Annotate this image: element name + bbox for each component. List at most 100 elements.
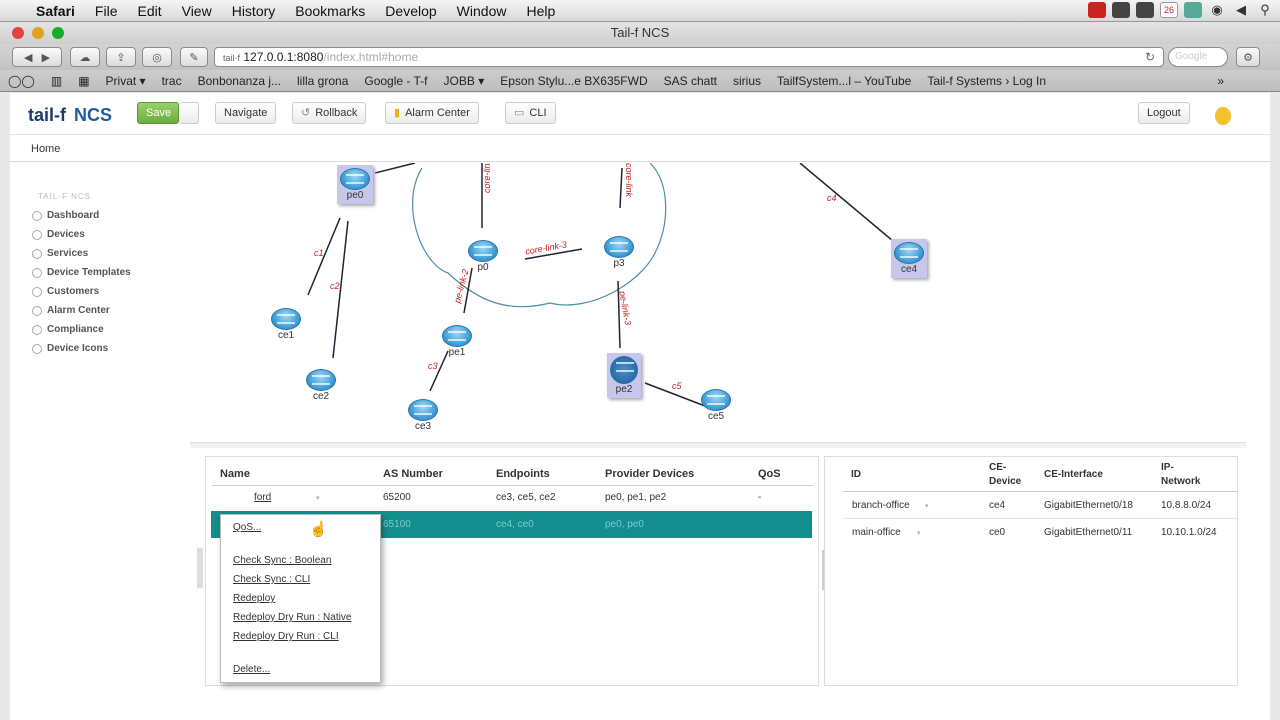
col-endpoints-header[interactable]: Endpoints	[496, 468, 550, 480]
spotlight-icon[interactable]: ⚲	[1256, 2, 1274, 18]
menu-item-redeploy-dry-run-native[interactable]: Redeploy Dry Run : Native	[233, 612, 351, 623]
menu-app-safari[interactable]: Safari	[26, 3, 85, 19]
col-ce-interface-header[interactable]: CE-Interface	[1044, 469, 1103, 480]
bookmark-item[interactable]: Tail-f Systems › Log In	[919, 74, 1054, 88]
logout-button[interactable]: Logout	[1138, 102, 1190, 124]
col-as-header[interactable]: AS Number	[383, 468, 443, 480]
menu-item-check-sync-cli[interactable]: Check Sync : CLI	[233, 574, 310, 585]
more-bookmarks-icon[interactable]: »	[1209, 74, 1232, 88]
bookmark-item[interactable]: SAS chatt	[656, 74, 725, 88]
col-qos-header[interactable]: QoS	[758, 468, 781, 480]
bookmark-item[interactable]: trac	[154, 74, 190, 88]
navigate-button[interactable]: Navigate	[215, 102, 277, 124]
alarm-center-button[interactable]: ▮ Alarm Center	[385, 102, 479, 124]
close-window-icon[interactable]	[12, 27, 24, 39]
bookmarks-book-icon[interactable]: ▥	[43, 74, 70, 88]
node-pe2[interactable]: pe2	[607, 353, 641, 398]
menu-help[interactable]: Help	[516, 3, 565, 19]
url-path: /index.html#home	[323, 50, 419, 64]
bookmark-item[interactable]: lilla grona	[289, 74, 356, 88]
zoom-window-icon[interactable]	[52, 27, 64, 39]
bookmark-item[interactable]: Epson Stylu...e BX635FWD	[492, 74, 655, 88]
minimize-window-icon[interactable]	[32, 27, 44, 39]
reload-icon[interactable]: ↻	[1145, 48, 1155, 66]
link-label: c4	[827, 193, 837, 203]
sidebar-item-services[interactable]: Services	[32, 248, 88, 259]
back-icon[interactable]: ◀	[24, 51, 32, 64]
wifi-icon[interactable]: ◉	[1208, 2, 1226, 18]
sidebar-item-alarm-center[interactable]: Alarm Center	[32, 305, 110, 316]
node-pe0[interactable]: pe0	[337, 165, 373, 204]
rollback-button[interactable]: ↺ Rollback	[292, 102, 367, 124]
menu-window[interactable]: Window	[447, 3, 517, 19]
share-icon[interactable]: ⇪	[106, 47, 136, 67]
alarm-notification-icon[interactable]	[1215, 107, 1231, 125]
bookmark-item[interactable]: Privat ▾	[98, 74, 154, 88]
sidebar-item-devices[interactable]: Devices	[32, 229, 85, 240]
sidebar-item-dashboard[interactable]: Dashboard	[32, 210, 99, 221]
col-providers-header[interactable]: Provider Devices	[605, 468, 694, 480]
record-icon[interactable]	[1088, 2, 1106, 18]
panel-scroll-handle[interactable]	[197, 548, 203, 588]
bookmark-item[interactable]: Bonbonanza j...	[190, 74, 289, 88]
col-id-header[interactable]: ID	[851, 469, 861, 480]
back-forward-buttons[interactable]: ◀ ▶	[12, 47, 62, 67]
node-p3[interactable]: p3	[604, 236, 634, 269]
sidebar-item-customers[interactable]: Customers	[32, 286, 99, 297]
network-topology[interactable]: core-link core-link core-link-3 pe-link-…	[190, 163, 1270, 443]
reading-list-icon[interactable]: ◯◯	[0, 74, 43, 88]
chat-icon[interactable]	[1112, 2, 1130, 18]
icloud-tabs-icon[interactable]: ☁	[70, 47, 100, 67]
row-menu-caret-icon[interactable]: ▾	[917, 529, 921, 537]
settings-gear-icon[interactable]: ⚙	[1236, 47, 1260, 67]
row-menu-caret-icon[interactable]: ▾	[925, 502, 929, 510]
splitter-handle[interactable]	[190, 442, 1246, 448]
node-ce1[interactable]: ce1	[271, 308, 301, 341]
time-machine-icon[interactable]	[1136, 2, 1154, 18]
volume-icon[interactable]: ◀	[1232, 2, 1250, 18]
dropbox-icon[interactable]	[1184, 2, 1202, 18]
cli-button[interactable]: ▭ CLI	[505, 102, 556, 124]
breadcrumb-home[interactable]: Home	[31, 143, 60, 155]
node-ce5[interactable]: ce5	[701, 389, 731, 422]
node-p0[interactable]: p0	[468, 240, 498, 273]
menu-item-check-sync-boolean[interactable]: Check Sync : Boolean	[233, 555, 331, 566]
menu-develop[interactable]: Develop	[375, 3, 446, 19]
bookmark-item[interactable]: Google - T-f	[356, 74, 435, 88]
save-button[interactable]: Save	[137, 102, 179, 124]
menu-history[interactable]: History	[222, 3, 286, 19]
col-name-header[interactable]: Name	[220, 468, 250, 480]
sidebar-item-label: Customers	[47, 286, 100, 297]
node-ce4[interactable]: ce4	[891, 239, 927, 278]
top-sites-icon[interactable]: ▦	[70, 74, 97, 88]
bookmark-item[interactable]: sirius	[725, 74, 769, 88]
node-pe1[interactable]: pe1	[442, 325, 472, 358]
service-name-link[interactable]: ford	[254, 492, 271, 503]
save-menu-button[interactable]	[179, 102, 199, 124]
link-c4	[799, 163, 894, 242]
col-ip-network-header[interactable]: IP-Network	[1161, 461, 1211, 489]
search-field[interactable]: Google	[1168, 47, 1228, 67]
menu-bookmarks[interactable]: Bookmarks	[285, 3, 375, 19]
reader-icon[interactable]: ◎	[142, 47, 172, 67]
bookmark-item[interactable]: JOBB ▾	[436, 74, 493, 88]
tools-icon[interactable]: ✎	[180, 47, 208, 67]
forward-icon[interactable]: ▶	[42, 51, 50, 64]
node-ce3[interactable]: ce3	[408, 399, 438, 432]
node-ce2[interactable]: ce2	[306, 369, 336, 402]
menu-file[interactable]: File	[85, 3, 128, 19]
menu-item-redeploy[interactable]: Redeploy	[233, 593, 275, 604]
row-menu-caret-icon[interactable]: ▾	[316, 494, 320, 502]
menu-item-qos[interactable]: QoS...	[233, 522, 261, 533]
menu-view[interactable]: View	[172, 3, 222, 19]
sidebar-item-device-icons[interactable]: Device Icons	[32, 343, 108, 354]
calendar-icon[interactable]: 26	[1160, 2, 1178, 18]
bookmark-item[interactable]: TailfSystem...l – YouTube	[769, 74, 919, 88]
menu-item-redeploy-dry-run-cli[interactable]: Redeploy Dry Run : CLI	[233, 631, 339, 642]
address-bar[interactable]: tail·f 127.0.0.1:8080/index.html#home ↻	[214, 47, 1164, 67]
sidebar-item-device-templates[interactable]: Device Templates	[32, 267, 131, 278]
menu-edit[interactable]: Edit	[127, 3, 171, 19]
col-ce-device-header[interactable]: CE-Device	[989, 461, 1033, 489]
sidebar-item-compliance[interactable]: Compliance	[32, 324, 104, 335]
menu-item-delete[interactable]: Delete...	[233, 664, 270, 675]
